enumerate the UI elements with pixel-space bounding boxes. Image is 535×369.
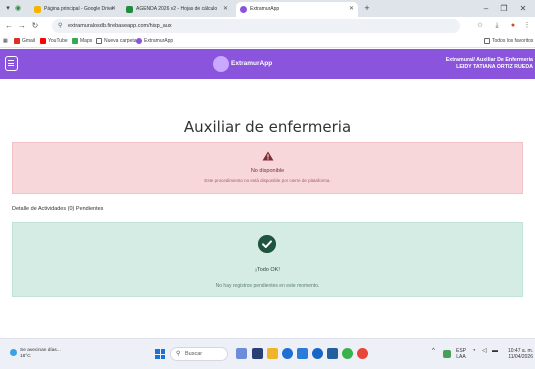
bookmark-label: Nueva carpeta: [104, 38, 137, 44]
browser-tab-strip: ▾ ◉ Página principal - Google Drive ✕ AG…: [0, 0, 535, 17]
search-placeholder: Buscar: [185, 351, 203, 357]
close-tab-icon[interactable]: ✕: [349, 2, 354, 17]
apps-grid-icon[interactable]: ▦: [3, 35, 8, 47]
bookmark-maps[interactable]: Maps: [72, 35, 92, 47]
chrome-icon[interactable]: [357, 348, 368, 359]
minimize-window-icon[interactable]: –: [478, 0, 494, 17]
folder-icon: [96, 38, 102, 44]
bookmark-star-icon[interactable]: ☆: [474, 19, 486, 33]
bookmark-label: Maps: [80, 38, 93, 44]
windows-start-icon[interactable]: [155, 349, 165, 359]
forward-arrow-icon[interactable]: →: [16, 19, 28, 33]
weather-icon: [10, 349, 17, 356]
widgets-icon[interactable]: [236, 348, 247, 359]
windows-taskbar: Se avecinan días... 18°C ⚲ Buscar ^ ESP …: [0, 338, 535, 369]
bookmark-label: Todos los favoritos: [492, 38, 534, 44]
tab-label: Página principal - Google Drive: [44, 6, 114, 12]
bookmark-extramurapp[interactable]: ExtramurApp: [136, 35, 173, 47]
tab-search-icon[interactable]: ▾: [4, 0, 12, 17]
folder-icon: [484, 38, 490, 44]
restore-window-icon[interactable]: ❐: [496, 0, 512, 17]
google-drive-icon: [34, 6, 41, 13]
site-info-icon[interactable]: ⚲: [58, 19, 62, 33]
app-header: ExtramurApp Extramural/ Auxiliar De Enfe…: [0, 49, 535, 79]
check-circle-icon: [258, 235, 276, 253]
extramurapp-logo-icon: [213, 56, 229, 72]
app-icon[interactable]: [327, 348, 338, 359]
youtube-icon: [40, 38, 46, 44]
bookmark-youtube[interactable]: YouTube: [40, 35, 68, 47]
battery-icon[interactable]: ▬: [492, 348, 498, 354]
all-ok-alert: ¡Todo OK! No hay registros pendientes en…: [12, 222, 523, 297]
alert-description: Este procedimiento no está disponible po…: [204, 178, 331, 183]
close-tab-icon[interactable]: ✕: [223, 2, 228, 17]
back-arrow-icon[interactable]: ←: [3, 19, 15, 33]
bookmark-label: YouTube: [48, 38, 68, 44]
tray-app-icon[interactable]: [443, 350, 451, 358]
browser-toolbar: ← → ↻ ⚲ extramuralosdb.firebaseapp.com/h…: [0, 17, 535, 35]
extramurapp-icon: [136, 38, 142, 44]
bookmark-label: Gmail: [22, 38, 36, 44]
maps-icon: [72, 38, 78, 44]
tab-google-drive[interactable]: Página principal - Google Drive ✕: [30, 2, 120, 17]
address-bar[interactable]: ⚲ extramuralosdb.firebaseapp.com/hisp_au…: [52, 19, 460, 33]
store-icon[interactable]: [297, 348, 308, 359]
url-text: extramuralosdb.firebaseapp.com/hisp_aux: [68, 23, 172, 29]
bookmark-label: ExtramurApp: [144, 38, 174, 44]
clock-date: 11/04/2026: [508, 354, 533, 360]
all-bookmarks[interactable]: Todos los favoritos: [484, 35, 533, 47]
close-tab-icon[interactable]: ✕: [111, 2, 116, 17]
tab-extramurapp[interactable]: ExtramurApp ✕: [236, 2, 358, 17]
gmail-icon: [14, 38, 20, 44]
weather-temp: 18°C: [20, 354, 31, 359]
activities-detail-label: Detalle de Actividades (0) Pendientes: [12, 206, 104, 212]
user-info: Extramural/ Auxiliar De Enfermeria LEIDY…: [446, 57, 533, 71]
close-window-icon[interactable]: ✕: [515, 0, 531, 17]
profile-avatar-icon[interactable]: ●: [507, 19, 519, 33]
edge-icon[interactable]: [282, 348, 293, 359]
app-icon[interactable]: [312, 348, 323, 359]
task-view-icon[interactable]: [252, 348, 263, 359]
search-icon: ⚲: [176, 351, 181, 357]
warning-icon: [262, 151, 274, 161]
page-title: Auxiliar de enfermeria: [183, 118, 352, 136]
weather-widget[interactable]: Se avecinan días... 18°C: [10, 348, 61, 360]
clock[interactable]: 10:47 a. m. 11/04/2026: [503, 348, 533, 360]
file-explorer-icon[interactable]: [267, 348, 278, 359]
whatsapp-icon[interactable]: [342, 348, 353, 359]
downloads-icon[interactable]: ⤓: [491, 19, 503, 33]
bookmark-gmail[interactable]: Gmail: [14, 35, 35, 47]
new-tab-button[interactable]: +: [362, 0, 372, 17]
unavailable-alert: No disponible Este procedimiento no está…: [12, 142, 523, 194]
extramurapp-favicon-icon: [240, 6, 247, 13]
alert-title: ¡Todo OK!: [255, 267, 280, 273]
bookmark-folder[interactable]: Nueva carpeta: [96, 35, 137, 47]
browser-menu-icon[interactable]: ⋮: [521, 19, 533, 33]
tab-label: AGENDA 2026 v2 - Hojas de cálculo: [136, 6, 218, 12]
volume-icon[interactable]: ◁: [482, 348, 487, 354]
alert-description: No hay registros pendientes en este mome…: [215, 283, 320, 289]
chrome-group-icon[interactable]: ◉: [14, 0, 22, 17]
brand-name: ExtramurApp: [231, 60, 273, 67]
show-hidden-icons[interactable]: ^: [432, 348, 435, 354]
user-name: LEIDY TATIANA ORTIZ RUEDA: [456, 64, 533, 70]
tab-agenda-sheet[interactable]: AGENDA 2026 v2 - Hojas de cálculo ✕: [122, 2, 232, 17]
bookmarks-bar: ▦ Gmail YouTube Maps Nueva carpeta Extra…: [0, 35, 535, 48]
hamburger-menu-icon[interactable]: [5, 56, 18, 71]
screen: ▾ ◉ Página principal - Google Drive ✕ AG…: [0, 0, 535, 369]
wifi-icon[interactable]: ◔: [472, 348, 476, 354]
sheets-icon: [126, 6, 133, 13]
taskbar-search[interactable]: ⚲ Buscar: [170, 347, 228, 361]
language-indicator[interactable]: ESP LAA: [456, 348, 466, 360]
keyboard-layout: LAA: [456, 354, 466, 360]
user-role: Extramural/ Auxiliar De Enfermeria: [445, 57, 533, 63]
alert-title: No disponible: [250, 168, 285, 174]
reload-icon[interactable]: ↻: [29, 19, 41, 33]
tab-label: ExtramurApp: [250, 6, 280, 12]
brand[interactable]: ExtramurApp: [213, 56, 272, 72]
